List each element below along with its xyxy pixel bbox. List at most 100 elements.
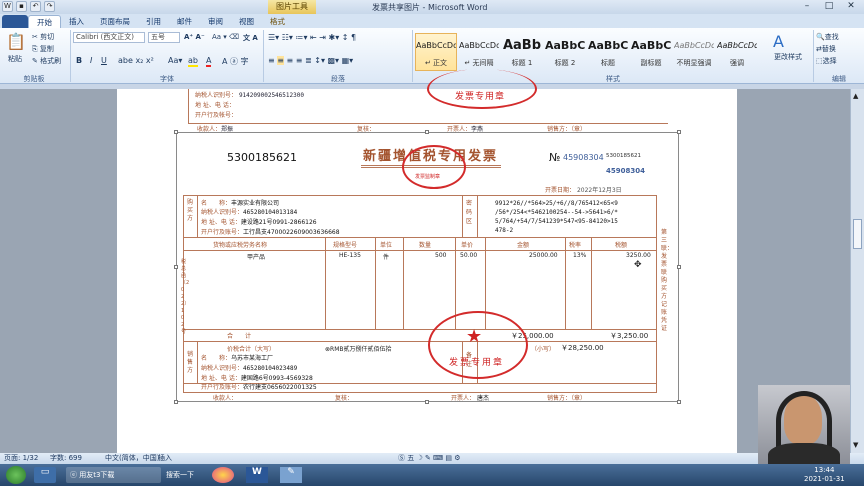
select-label: 选择 — [822, 57, 837, 65]
font-name-combo[interactable]: Calibri (西文正文) — [73, 32, 145, 43]
phonetic-icon[interactable]: 文 A — [243, 33, 258, 43]
paragraph-group-label: 段落 — [331, 75, 345, 83]
style-normal[interactable]: AaBbCcDd ↵ 正文 — [415, 33, 457, 71]
strikethrough-button[interactable]: abe x₂ x² — [118, 56, 154, 65]
tab-page-layout[interactable]: 页面布局 — [92, 15, 138, 28]
clock[interactable]: 13:44 2021-01-31 — [804, 466, 845, 484]
grand-total-figure: ￥28,250.00 — [561, 344, 604, 352]
minimize-icon[interactable]: – — [796, 0, 818, 13]
resize-handle[interactable] — [677, 130, 681, 134]
change-styles-button[interactable]: 更改样式 — [768, 52, 808, 62]
status-bar: 页面: 1/32 字数: 699 中文(简体，中国) 插入 Ⓢ 五 ☽ ✎ ⌨ … — [0, 453, 864, 464]
change-styles-icon[interactable]: A — [773, 32, 784, 51]
undo-icon[interactable]: ↶ — [30, 1, 41, 12]
resize-handle[interactable] — [174, 400, 178, 404]
page-count[interactable]: 页面: 1/32 — [4, 453, 38, 464]
buyer-bank: 工行昌支4700022609003636668 — [243, 229, 340, 236]
language[interactable]: 中文(简体，中国) — [105, 453, 159, 464]
text-effect-icon[interactable]: Aa▾ — [168, 56, 182, 65]
char-shading-icon[interactable]: A ⓐ 字 — [222, 56, 249, 67]
style-heading-2[interactable]: AaBbC 标题 2 — [544, 33, 586, 71]
resize-handle[interactable] — [425, 400, 429, 404]
prev-stamp-text: 发票专用章 — [455, 92, 506, 102]
italic-button[interactable]: I — [90, 56, 92, 65]
cut-button[interactable]: ✂ 剪切 — [32, 32, 54, 42]
headset-icon — [776, 391, 832, 451]
office-button[interactable] — [2, 15, 28, 28]
invoice-code-small: 5300185621 — [606, 153, 641, 159]
style-title[interactable]: AaBbC 标题 — [587, 33, 629, 71]
resize-handle[interactable] — [677, 400, 681, 404]
document-page: 纳税人识别号： 914209002546512300 地 址、电 话： 开户行及… — [117, 69, 737, 453]
paste-button[interactable]: 粘贴 — [8, 54, 22, 64]
scroll-thumb[interactable] — [853, 219, 862, 249]
style-subtitle[interactable]: AaBbC 副标题 — [630, 33, 672, 71]
highlight-icon[interactable]: ab — [188, 56, 198, 67]
style-no-spacing[interactable]: AaBbCcDd ↵ 无间隔 — [458, 33, 500, 71]
align-icons[interactable]: ≡ ≡ ≡ ≡ ≣ ↕▾ ▩▾ ▦▾ — [268, 56, 353, 65]
vertical-scrollbar[interactable]: ▲ ▼ — [850, 89, 864, 453]
cipher-line: 9912*26//*564>25/+6//8/765412<65<9 — [495, 200, 618, 207]
resize-handle[interactable] — [677, 265, 681, 269]
grow-font-icon[interactable]: A⁺ A⁻ — [184, 33, 205, 41]
resize-handle[interactable] — [174, 265, 178, 269]
tab-view[interactable]: 视图 — [231, 15, 262, 28]
style-sample: AaBbCcDd — [459, 41, 499, 50]
prev-tax-id-label: 纳税人识别号： — [195, 92, 238, 99]
tab-mailings[interactable]: 邮件 — [169, 15, 200, 28]
seller-tax-id: 465280104023489 — [243, 365, 298, 372]
format-painter-button[interactable]: ✎ 格式刷 — [32, 56, 61, 66]
word-taskbar-icon[interactable]: W — [246, 467, 268, 483]
tab-insert[interactable]: 插入 — [61, 15, 92, 28]
font-color-icon[interactable]: A — [206, 56, 212, 67]
style-sample: AaBb — [502, 38, 542, 53]
word-count[interactable]: 字数: 699 — [50, 453, 82, 464]
style-heading-1[interactable]: AaBb 标题 1 — [501, 33, 543, 71]
cipher-line: 478-2 — [495, 227, 514, 234]
style-name: 标题 1 — [511, 59, 533, 67]
scroll-down-icon[interactable]: ▼ — [853, 441, 858, 449]
font-group-label: 字体 — [160, 75, 174, 83]
taskbar-item-browser[interactable]: ⓔ 用友t3下载 — [66, 467, 161, 483]
taskbar-search[interactable]: 搜索一下 — [166, 467, 206, 483]
word-logo-icon[interactable]: W — [2, 1, 13, 12]
paste-icon[interactable]: 📋 — [6, 32, 26, 51]
tab-home[interactable]: 开始 — [28, 15, 61, 28]
resize-handle[interactable] — [425, 130, 429, 134]
bold-button[interactable]: B — [76, 56, 82, 65]
grand-small-label: （小写） — [531, 346, 556, 353]
maximize-icon[interactable]: □ — [818, 0, 840, 13]
copy-button[interactable]: ⎘ 复制 — [32, 44, 54, 54]
start-button[interactable] — [6, 466, 26, 484]
save-icon[interactable]: ▪ — [16, 1, 27, 12]
replace-button[interactable]: ⇄替换 — [816, 44, 836, 54]
clear-format-icon[interactable]: Aa ▾ ⌫ — [212, 33, 239, 41]
paint-taskbar-icon[interactable]: ✎ — [280, 467, 302, 483]
style-subtle-emphasis[interactable]: AaBbCcDd 不明显强调 — [673, 33, 715, 71]
resize-handle[interactable] — [174, 130, 178, 134]
folder-icon[interactable]: ▭ — [34, 467, 56, 483]
style-name: 副标题 — [640, 59, 662, 67]
picture-tools-context: 图片工具 — [268, 0, 316, 14]
select-button[interactable]: ⬚选择 — [816, 56, 837, 66]
tab-review[interactable]: 审阅 — [200, 15, 231, 28]
font-size-combo[interactable]: 五号 — [148, 32, 180, 43]
ime-toolbar[interactable]: Ⓢ 五 ☽ ✎ ⌨ ▤ ⚙ — [398, 453, 460, 464]
bullets-icon[interactable]: ☰▾ ☷▾ ≔▾ ⇤ ⇥ ✱▾ ↕ ¶ — [268, 33, 356, 42]
underline-button[interactable]: U — [101, 56, 107, 65]
tab-format[interactable]: 格式 — [262, 15, 293, 28]
buyer-name: 丰源实业有限公司 — [231, 200, 280, 207]
find-button[interactable]: 🔍查找 — [816, 32, 839, 42]
close-icon[interactable]: ✕ — [840, 0, 862, 13]
redo-icon[interactable]: ↷ — [44, 1, 55, 12]
copy-label: 复制 — [39, 45, 54, 53]
style-emphasis[interactable]: AaBbCcDd 强调 — [716, 33, 758, 71]
select-icon: ⬚ — [816, 57, 823, 65]
ribbon: 📋 粘贴 ✂ 剪切 ⎘ 复制 ✎ 格式刷 剪贴板 Calibri (西文正文) … — [0, 28, 864, 84]
tab-references[interactable]: 引用 — [138, 15, 169, 28]
replace-label: 替换 — [821, 45, 836, 53]
app-icon[interactable] — [212, 467, 234, 483]
scroll-up-icon[interactable]: ▲ — [853, 92, 858, 100]
insert-mode[interactable]: 插入 — [158, 453, 172, 464]
webcam-overlay — [758, 385, 850, 464]
